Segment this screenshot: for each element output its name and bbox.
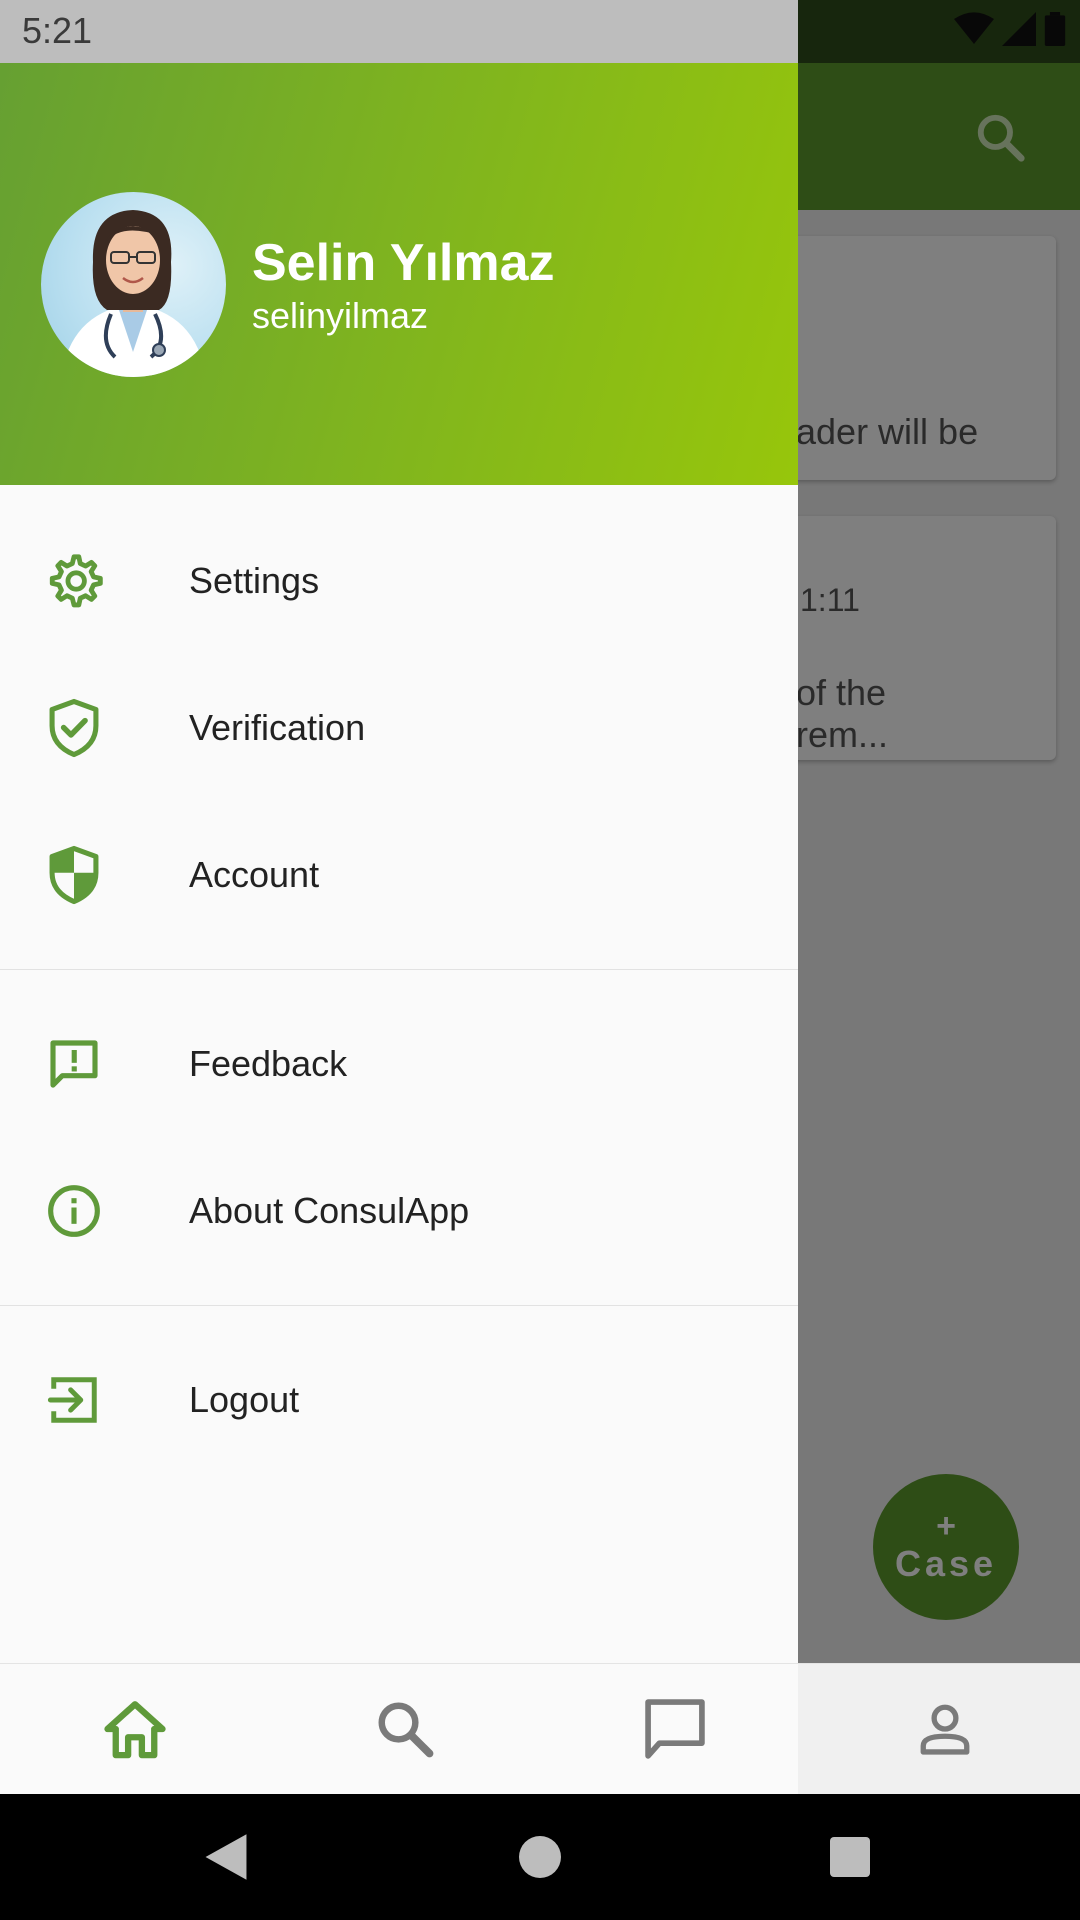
recents-square-icon <box>830 1837 870 1877</box>
menu-item-label: Account <box>189 854 320 895</box>
profile-icon <box>920 1704 970 1755</box>
info-icon <box>44 1181 104 1241</box>
menu-item-verification[interactable]: Verification <box>0 663 798 793</box>
user-handle: selinyilmaz <box>252 295 429 336</box>
menu-item-label: Verification <box>189 707 366 748</box>
menu-divider <box>0 969 798 970</box>
back-button[interactable] <box>196 1827 256 1887</box>
system-navigation-bar <box>0 1794 1080 1920</box>
navigation-drawer: 5:21 Selin Yılmaz selinyilmaz Settings V… <box>0 0 798 1663</box>
nav-search[interactable] <box>370 1694 440 1764</box>
menu-item-logout[interactable]: Logout <box>0 1335 798 1465</box>
user-name: Selin Yılmaz <box>252 234 555 292</box>
recents-button[interactable] <box>820 1827 880 1887</box>
menu-divider <box>0 1305 798 1306</box>
back-triangle-icon <box>205 1834 247 1880</box>
nav-messages[interactable] <box>640 1694 710 1764</box>
shield-half-icon <box>44 845 104 905</box>
menu-item-label: About ConsulApp <box>189 1190 470 1231</box>
menu-item-label: Logout <box>189 1379 300 1420</box>
search-icon <box>378 1702 434 1758</box>
menu-item-label: Settings <box>189 560 320 601</box>
chat-icon <box>645 1699 705 1759</box>
home-circle-icon <box>519 1836 561 1878</box>
drawer-status-bar: 5:21 <box>0 0 798 63</box>
avatar[interactable] <box>41 192 226 377</box>
menu-item-label: Feedback <box>189 1043 348 1084</box>
bottom-navigation <box>0 1663 1080 1795</box>
doctor-portrait <box>61 210 206 377</box>
home-button[interactable] <box>510 1827 570 1887</box>
menu-item-about[interactable]: About ConsulApp <box>0 1146 798 1276</box>
nav-profile[interactable] <box>910 1694 980 1764</box>
menu-item-account[interactable]: Account <box>0 810 798 940</box>
status-time: 5:21 <box>22 10 93 51</box>
nav-home[interactable] <box>100 1694 170 1764</box>
home-icon <box>104 1701 166 1759</box>
menu-item-settings[interactable]: Settings <box>0 516 798 646</box>
shield-check-icon <box>44 698 104 758</box>
feedback-icon <box>44 1034 104 1094</box>
gear-icon <box>44 551 104 611</box>
logout-icon <box>44 1370 104 1430</box>
drawer-header: Selin Yılmaz selinyilmaz <box>0 63 798 485</box>
menu-item-feedback[interactable]: Feedback <box>0 999 798 1129</box>
